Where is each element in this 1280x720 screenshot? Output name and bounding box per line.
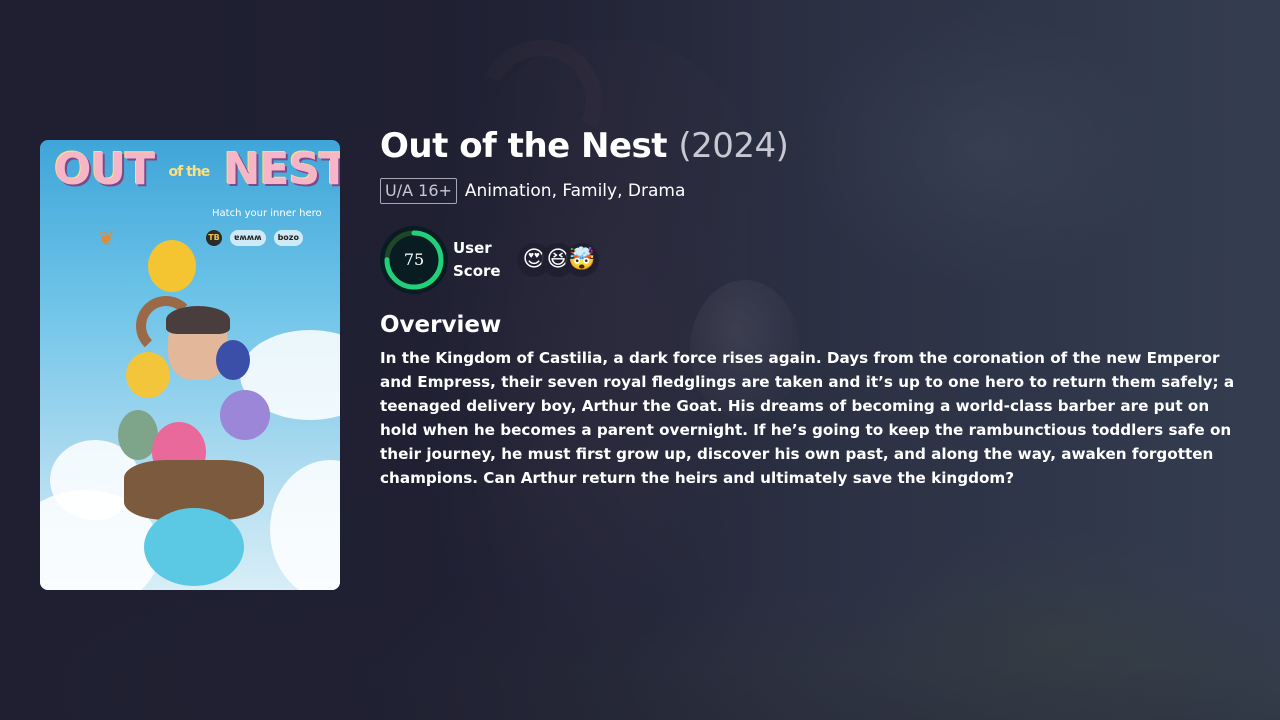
poster-purple-chick (220, 390, 270, 440)
genres-list: Animation, Family, Drama (464, 181, 686, 201)
poster-tagline: Hatch your inner hero (212, 208, 322, 219)
poster-logo: OUT of the NEST (54, 144, 340, 195)
mind-blown-emoji-icon: 🤯 (567, 245, 597, 275)
overview-heading: Overview (380, 312, 502, 338)
score-row: 75 User Score 😍 😆 🤯 (380, 226, 1240, 294)
movie-hero: OUT of the NEST Hatch your inner hero ❦ … (0, 0, 1280, 720)
reaction-emojis[interactable]: 😍 😆 🤯 (519, 245, 597, 275)
overview-text: In the Kingdom of Castilia, a dark force… (380, 349, 1235, 487)
user-score-label: User Score (453, 239, 501, 280)
studio-logo: bozo (273, 230, 303, 246)
poster-goat-hair (166, 306, 230, 334)
movie-info: Out of the Nest (2024) U/A 16+ Animation… (380, 122, 1240, 490)
studio-logo: ɐʍʍʍ (230, 230, 266, 246)
release-year: (2024) (678, 126, 789, 166)
page-title: Out of the Nest (2024) (380, 122, 1240, 170)
poster-logo-of-the: of the (168, 164, 210, 180)
poster-cloud (270, 460, 340, 590)
poster-yellow-chick-2 (126, 352, 170, 398)
poster-logo-out: OUT (54, 144, 155, 195)
movie-poster[interactable]: OUT of the NEST Hatch your inner hero ❦ … (40, 140, 340, 590)
user-score-chart[interactable]: 75 (380, 226, 448, 294)
studio-logo: TB (206, 230, 222, 246)
butterfly-icon: ❦ (98, 226, 115, 250)
poster-studio-logos: TB ɐʍʍʍ bozo (206, 230, 303, 246)
movie-title-link[interactable]: Out of the Nest (380, 126, 668, 166)
movie-facts: U/A 16+ Animation, Family, Drama (380, 178, 1240, 204)
poster-yellow-chick (148, 240, 196, 292)
user-score-value: 75 (403, 250, 425, 269)
poster-blue-bird (144, 508, 244, 586)
certification-badge: U/A 16+ (380, 178, 457, 204)
poster-blue-chick (216, 340, 250, 380)
poster-logo-nest: NEST (223, 144, 340, 195)
